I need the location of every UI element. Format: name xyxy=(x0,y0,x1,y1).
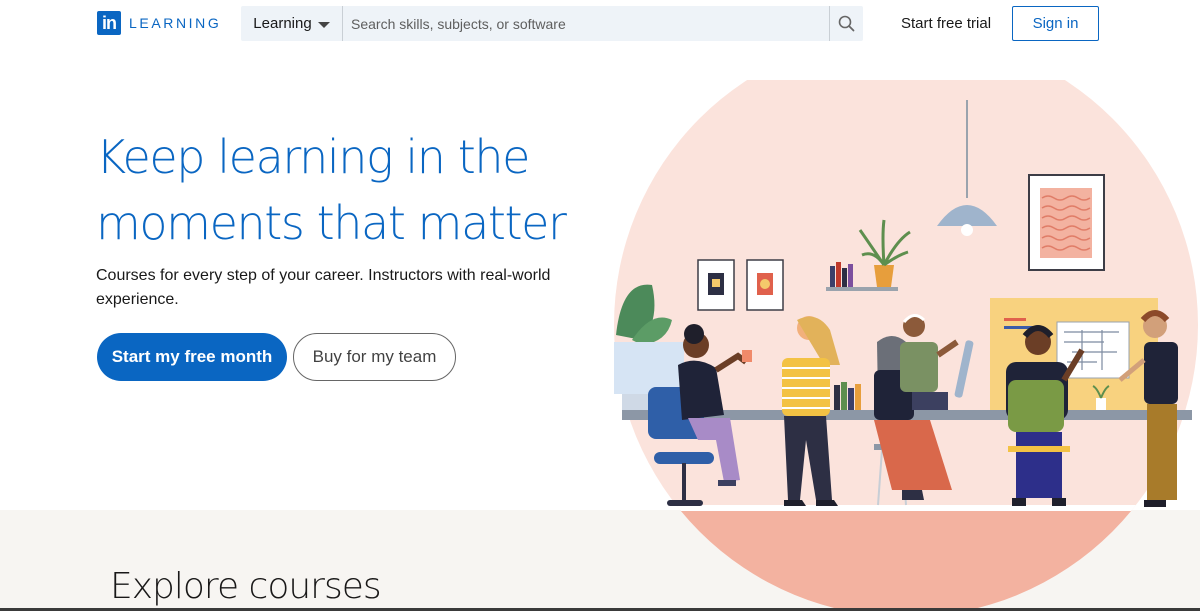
chair-green xyxy=(1008,380,1064,432)
search-input[interactable] xyxy=(343,6,829,41)
plant-pot xyxy=(874,265,894,287)
explore-courses-heading: Explore courses xyxy=(110,566,382,607)
logo-text: LEARNING xyxy=(129,15,222,31)
hero-title: Keep learning in the moments that matter xyxy=(96,124,616,256)
hero-subtitle: Courses for every step of your career. I… xyxy=(96,267,551,308)
buy-for-team-button[interactable]: Buy for my team xyxy=(293,333,456,381)
wall-shelf xyxy=(826,287,898,291)
chevron-down-icon xyxy=(317,21,330,28)
sign-in-button[interactable]: Sign in xyxy=(1012,6,1099,41)
search-button[interactable] xyxy=(829,6,863,41)
hero-title-line-2: moments that matter xyxy=(96,196,567,250)
linkedin-in-icon: in xyxy=(97,11,121,35)
floor-band xyxy=(614,510,1198,611)
start-free-month-button[interactable]: Start my free month xyxy=(97,333,287,381)
search-icon xyxy=(838,15,855,32)
monitor xyxy=(614,342,684,394)
search-scope-dropdown[interactable]: Learning xyxy=(241,6,343,41)
start-free-trial-link[interactable]: Start free trial xyxy=(901,15,991,32)
mustard-pants xyxy=(1147,404,1177,500)
hero-title-line-1: Keep learning in the xyxy=(96,130,530,184)
office-learning-illustration xyxy=(614,80,1198,611)
top-nav: in LEARNING Learning Start free trial Si… xyxy=(0,0,1200,50)
linkedin-learning-logo[interactable]: in LEARNING xyxy=(97,11,221,35)
search-scope-label: Learning xyxy=(253,15,312,32)
search-bar: Learning xyxy=(241,6,863,41)
